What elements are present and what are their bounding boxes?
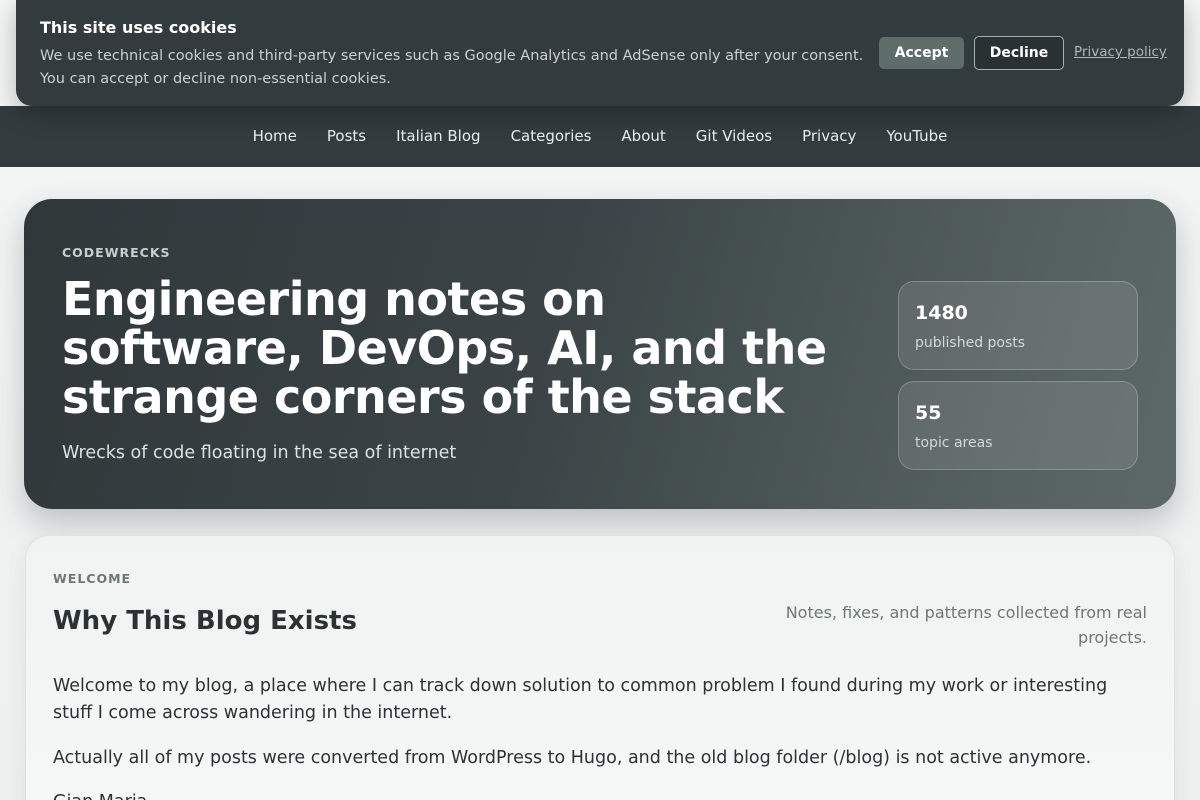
nav-item-privacy[interactable]: Privacy [787, 106, 871, 167]
privacy-policy-link[interactable]: Privacy policy [1074, 44, 1167, 60]
nav-item-about[interactable]: About [606, 106, 680, 167]
cookie-banner: This site uses cookies We use technical … [16, 0, 1184, 106]
hero-section: CODEWRECKS Engineering notes on software… [24, 199, 1176, 509]
welcome-signature: Gian Maria [53, 789, 1143, 800]
stat-label: topic areas [915, 435, 993, 451]
nav-item-categories[interactable]: Categories [496, 106, 607, 167]
hero-subtitle: Wrecks of code floating in the sea of in… [62, 443, 457, 463]
nav-item-posts[interactable]: Posts [312, 106, 381, 167]
welcome-card: WELCOME Why This Blog Exists Notes, fixe… [25, 535, 1175, 800]
welcome-paragraph: Welcome to my blog, a place where I can … [53, 676, 1108, 723]
welcome-aside: Notes, fixes, and patterns collected fro… [785, 603, 1147, 647]
stat-card-posts: 1480 published posts [898, 281, 1138, 370]
hero-title: Engineering notes on software, DevOps, A… [62, 272, 827, 424]
stat-card-topics: 55 topic areas [898, 381, 1138, 470]
nav-item-youtube[interactable]: YouTube [871, 106, 962, 167]
stat-label: published posts [915, 335, 1026, 351]
nav-item-git-videos[interactable]: Git Videos [681, 106, 787, 167]
welcome-title: Why This Blog Exists [53, 606, 357, 636]
cookie-description: We use technical cookies and third-party… [40, 48, 864, 87]
accept-button[interactable]: Accept [879, 37, 964, 69]
main-nav: Home Posts Italian Blog Categories About… [0, 106, 1200, 167]
nav-item-home[interactable]: Home [238, 106, 312, 167]
decline-button[interactable]: Decline [974, 36, 1064, 70]
stat-value: 1480 [915, 302, 968, 324]
welcome-kicker: WELCOME [53, 571, 132, 586]
nav-item-italian-blog[interactable]: Italian Blog [381, 106, 495, 167]
welcome-paragraph: Actually all of my posts were converted … [53, 748, 1092, 768]
cookie-title: This site uses cookies [40, 18, 237, 37]
stat-value: 55 [915, 402, 942, 424]
hero-kicker: CODEWRECKS [62, 245, 171, 260]
